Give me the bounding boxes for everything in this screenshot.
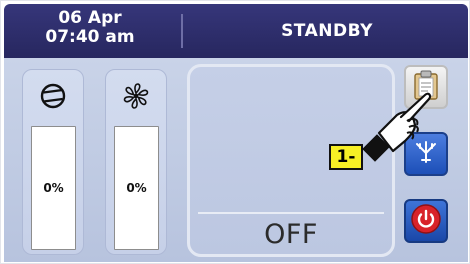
mode-label: OFF <box>264 218 318 250</box>
fan-level-label: 0% <box>126 181 147 195</box>
date-label: 06 Apr <box>58 8 122 28</box>
mode-panel-divider <box>198 212 384 214</box>
pointing-hand-icon <box>357 85 437 165</box>
power-icon <box>410 203 442 239</box>
time-label: 07:40 am <box>45 27 135 47</box>
fan-icon <box>106 78 166 114</box>
controller-screen: 06 Apr 07:40 am STANDBY 0% 0% OFF 1- <box>0 0 470 264</box>
compressor-icon <box>23 78 83 114</box>
status-label: STANDBY <box>281 21 373 41</box>
fan-meter: 0% <box>105 69 167 255</box>
date-time-display[interactable]: 06 Apr 07:40 am <box>14 9 166 47</box>
power-button[interactable] <box>404 199 448 243</box>
header-divider <box>181 14 183 48</box>
compressor-meter: 0% <box>22 69 84 255</box>
fan-level-bar: 0% <box>114 126 159 250</box>
compressor-level-label: 0% <box>43 181 64 195</box>
header-bar: 06 Apr 07:40 am STANDBY <box>4 4 468 58</box>
compressor-level-bar: 0% <box>31 126 76 250</box>
